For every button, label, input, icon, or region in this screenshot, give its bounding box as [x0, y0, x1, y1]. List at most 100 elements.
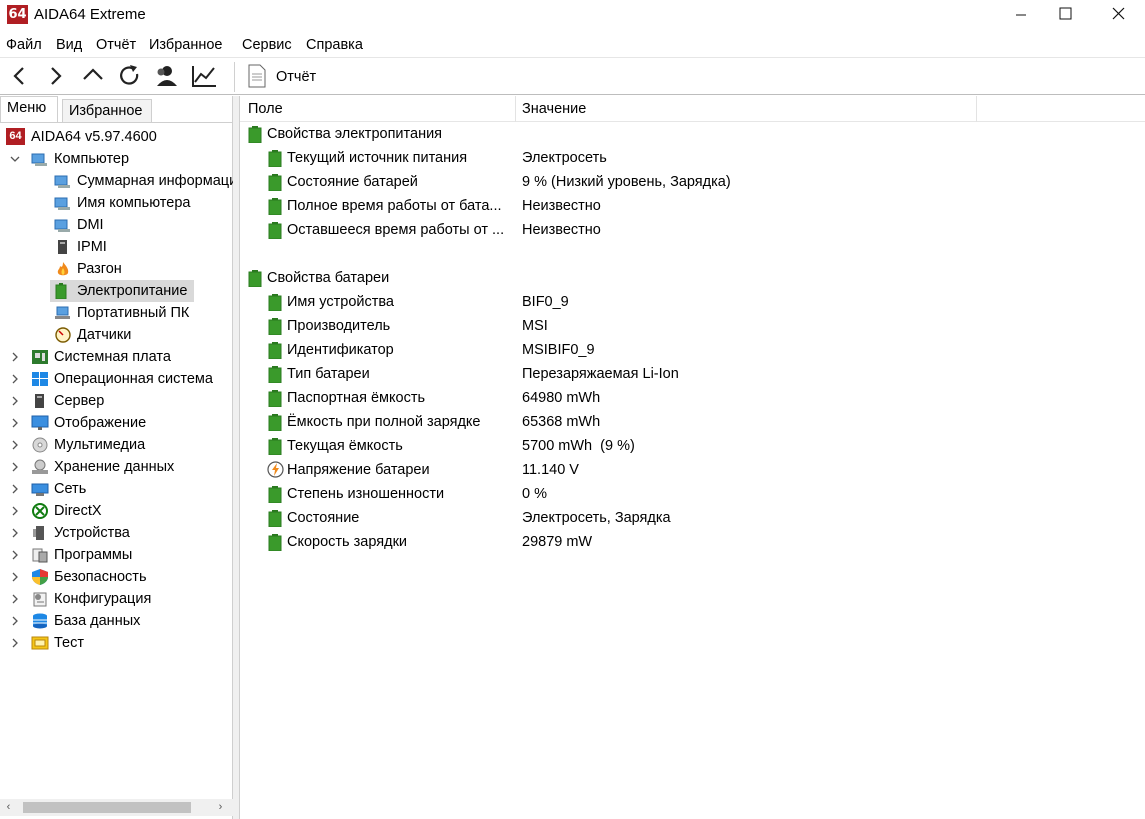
row-field: Текущий источник питания	[287, 150, 468, 166]
tree-horizontal-scrollbar[interactable]: ‹ ›	[0, 799, 233, 816]
expand-chevron-icon[interactable]	[10, 434, 20, 456]
row-field: Имя устройства	[287, 294, 394, 310]
column-separator[interactable]	[515, 96, 516, 122]
expand-chevron-icon[interactable]	[10, 632, 20, 654]
tree-item-label: Конфигурация	[54, 591, 152, 607]
minimize-button[interactable]	[996, 0, 1046, 30]
list-row[interactable]: Паспортная ёмкость 64980 mWh	[268, 386, 1128, 410]
menu-view[interactable]: Вид	[56, 37, 82, 53]
expand-chevron-icon[interactable]	[10, 478, 20, 500]
tab-favorites[interactable]: Избранное	[62, 99, 152, 122]
tree-item-label: Операционная система	[54, 371, 213, 387]
battery-icon	[248, 270, 262, 287]
shield-icon	[32, 569, 48, 585]
section-title: Свойства электропитания	[267, 126, 443, 142]
maximize-button[interactable]	[1040, 0, 1090, 30]
up-button[interactable]	[79, 62, 107, 90]
list-row[interactable]: Полное время работы от бата... Неизвестн…	[268, 194, 1128, 218]
column-value[interactable]: Значение	[522, 101, 586, 117]
scroll-right-icon[interactable]: ›	[212, 799, 229, 816]
computer-icon	[54, 197, 70, 210]
list-row[interactable]: Идентификатор MSIBIF0_9	[268, 338, 1128, 362]
forward-button[interactable]	[42, 62, 70, 90]
report-button-label[interactable]: Отчёт	[276, 69, 316, 85]
storage-icon	[32, 459, 48, 474]
computer-icon	[54, 175, 70, 188]
section-title: Свойства батареи	[267, 270, 390, 286]
tree-item-label: Суммарная информация	[77, 173, 233, 189]
menu-report[interactable]: Отчёт	[96, 37, 136, 53]
row-field: Состояние батарей	[287, 174, 418, 190]
list-row[interactable]: Ёмкость при полной зарядке 65368 mWh	[268, 410, 1128, 434]
row-value: 5700 mWh (9 %)	[522, 438, 635, 454]
server-icon	[35, 394, 44, 408]
list-row[interactable]: Имя устройства BIF0_9	[268, 290, 1128, 314]
expand-chevron-icon[interactable]	[10, 544, 20, 566]
menu-file[interactable]: Файл	[6, 37, 42, 53]
row-field: Состояние	[287, 510, 360, 526]
list-row[interactable]: Скорость зарядки 29879 mW	[268, 530, 1128, 554]
computer-icon	[54, 219, 70, 232]
menu-bar: Файл Вид Отчёт Избранное Сервис Справка	[0, 34, 1145, 56]
close-button[interactable]	[1093, 0, 1143, 30]
list-row[interactable]: Напряжение батареи 11.140 V	[267, 458, 1128, 482]
back-button[interactable]	[6, 62, 34, 90]
refresh-button[interactable]	[116, 62, 144, 90]
expand-chevron-icon[interactable]	[10, 390, 20, 412]
tree-item-label: Тест	[54, 635, 84, 651]
expand-chevron-icon[interactable]	[10, 456, 20, 478]
section-header-power[interactable]: Свойства электропитания	[248, 122, 1128, 146]
xbox-icon	[32, 503, 48, 519]
tab-menu[interactable]: Меню	[0, 96, 58, 122]
expand-chevron-icon[interactable]	[10, 412, 20, 434]
tree-item-label: Имя компьютера	[77, 195, 191, 211]
pane-splitter[interactable]	[233, 96, 240, 819]
expand-chevron-icon[interactable]	[10, 588, 20, 610]
battery-icon	[268, 438, 282, 455]
list-row[interactable]: Состояние батарей 9 % (Низкий уровень, З…	[268, 170, 1128, 194]
expand-chevron-icon[interactable]	[10, 566, 20, 588]
tree-item-label: Электропитание	[77, 283, 188, 299]
scroll-left-icon[interactable]: ‹	[0, 799, 17, 816]
section-header-battery[interactable]: Свойства батареи	[248, 266, 1128, 290]
column-field[interactable]: Поле	[248, 101, 283, 117]
list-row[interactable]: Степень изношенности 0 %	[268, 482, 1128, 506]
menu-favorites[interactable]: Избранное	[149, 37, 222, 53]
user-button[interactable]	[153, 62, 181, 90]
list-row[interactable]: Тип батареи Перезаряжаемая Li-Ion	[268, 362, 1128, 386]
expand-chevron-icon[interactable]	[10, 610, 20, 632]
column-separator[interactable]	[976, 96, 977, 122]
list-row[interactable]: Состояние Электросеть, Зарядка	[268, 506, 1128, 530]
details-pane: Поле Значение Свойства электропитания Те…	[240, 96, 1145, 819]
row-value: 0 %	[522, 486, 547, 502]
windows-icon	[32, 372, 48, 386]
expand-chevron-icon[interactable]	[10, 522, 20, 544]
motherboard-icon	[32, 350, 48, 364]
tree-item-label: Сервер	[54, 393, 105, 409]
row-field: Скорость зарядки	[287, 534, 408, 550]
scrollbar-thumb[interactable]	[23, 802, 191, 813]
monitor-icon	[31, 415, 49, 430]
list-row[interactable]: Оставшееся время работы от ... Неизвестн…	[268, 218, 1128, 242]
expand-chevron-icon[interactable]	[10, 368, 20, 390]
menu-help[interactable]: Справка	[306, 37, 363, 53]
chart-button[interactable]	[190, 62, 218, 90]
menu-service[interactable]: Сервис	[242, 37, 292, 53]
tree-item-label: DMI	[77, 217, 104, 233]
collapse-chevron-icon[interactable]	[10, 148, 20, 170]
benchmark-icon	[31, 636, 49, 650]
list-row[interactable]: Производитель MSI	[268, 314, 1128, 338]
tree-item-label: Системная плата	[54, 349, 171, 365]
tree-item-label: Компьютер	[54, 151, 130, 167]
list-row[interactable]: Текущий источник питания Электросеть	[268, 146, 1128, 170]
expand-chevron-icon[interactable]	[10, 500, 20, 522]
battery-icon	[268, 174, 282, 191]
app-logo-icon: 64	[7, 5, 28, 24]
report-icon[interactable]	[247, 64, 267, 88]
list-row[interactable]: Текущая ёмкость 5700 mWh (9 %)	[268, 434, 1128, 458]
row-value: MSIBIF0_9	[522, 342, 595, 358]
list-column-header: Поле Значение	[240, 96, 1145, 122]
row-value: Неизвестно	[522, 198, 601, 214]
navigation-tree: 64 AIDA64 v5.97.4600 Компьютер Суммарная…	[0, 122, 233, 794]
expand-chevron-icon[interactable]	[10, 346, 20, 368]
